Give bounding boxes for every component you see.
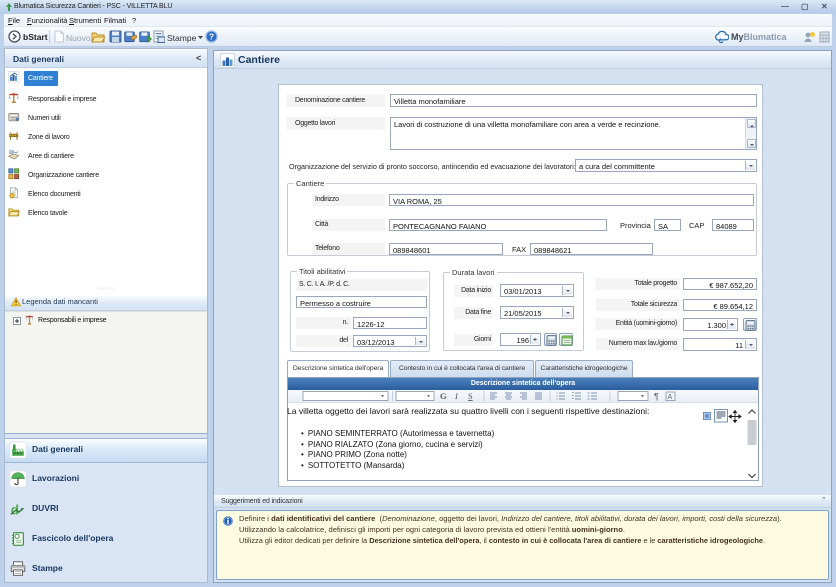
svg-text:¶: ¶ xyxy=(654,392,659,402)
svg-text:S: S xyxy=(468,391,473,401)
svg-text:I: I xyxy=(454,391,459,401)
svg-text:A: A xyxy=(668,394,673,401)
svg-text:d: d xyxy=(11,502,19,517)
svg-text:?: ? xyxy=(209,32,214,42)
svg-text:G: G xyxy=(440,391,447,401)
